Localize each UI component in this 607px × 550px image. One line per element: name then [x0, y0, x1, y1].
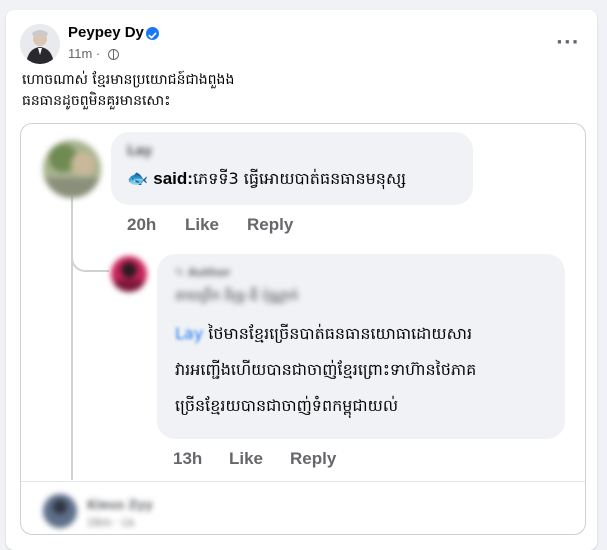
reply-text-line-2: វារអញ្ជើងហើយបានជាចាញ់ខ្មែរព្រោះទាហ៊ានថៃភ… [175, 360, 477, 379]
post-card: Peypey Dy 11m · ··· ហោចណាស់ ខ្មែរមានប្រយ… [6, 10, 597, 550]
reply-text: Lay ថៃមានខ្មែរច្រើនបាត់ធនធានយោធាដោយសារ វ… [175, 316, 559, 424]
more-options-icon[interactable]: ··· [556, 32, 580, 53]
comment-reply-button[interactable]: Reply [247, 215, 293, 235]
comment-author-name[interactable]: Lay [127, 144, 152, 159]
reply-reply-button[interactable]: Reply [290, 449, 336, 469]
reply-mention[interactable]: Lay [175, 324, 203, 343]
post-text-line-1: ហោចណាស់ ខ្មែរមានប្រយោជន៍ជាងពួងង [22, 72, 235, 88]
post-timestamp[interactable]: 11m · [68, 46, 100, 61]
reply-like-button[interactable]: Like [229, 449, 263, 469]
comment-prefix: said: [153, 169, 193, 188]
comment-time[interactable]: 20h [127, 215, 156, 235]
thread-connector [71, 244, 109, 272]
thread-line [71, 196, 73, 480]
reply-avatar[interactable] [111, 256, 147, 292]
author-badge: ✎ Author [175, 266, 230, 279]
fish-emoji-icon: 🐟 [127, 169, 149, 189]
globe-icon [108, 49, 119, 60]
reply-bubble: ✎ Author នាយព្រឹក ពិរុទ្ធ-ឌី ប៉ុណ្ណាក់ L… [157, 254, 565, 439]
post-body: ហោចណាស់ ខ្មែរមានប្រយោជន៍ជាងពួងង ធនធានដូច… [22, 70, 582, 112]
reply-author-name[interactable]: នាយព្រឹក ពិរុទ្ធ-ឌី ប៉ុណ្ណាក់ [175, 288, 298, 307]
comment-avatar[interactable] [43, 140, 101, 198]
post-author-avatar[interactable] [20, 24, 60, 64]
comment-body: ភេទទី3 ធ្វើអោយបាត់ធនធានមនុស្ស [192, 169, 406, 188]
embedded-comment-thread[interactable]: Lay 🐟 said:ភេទទី3 ធ្វើអោយបាត់ធនធានមនុស្ស… [20, 123, 586, 535]
pencil-icon: ✎ [175, 266, 185, 279]
reply-time[interactable]: 13h [173, 449, 202, 469]
reply-text-line-1: ថៃមានខ្មែរច្រើនបាត់ធនធានយោធាដោយសារ [208, 324, 473, 343]
comment-bubble: Lay 🐟 said:ភេទទី3 ធ្វើអោយបាត់ធនធានមនុស្ស [111, 132, 473, 205]
comment-3-time: 16m · Lk [87, 516, 135, 529]
comment-avatar-3[interactable] [43, 494, 77, 528]
post-text-line-2: ធនធានដូចពួមិនគួរមានសោះ [22, 93, 171, 109]
reply-text-line-3: ច្រើនខ្មែរយបានជាចាញ់ទំពកម្ពុជាយល់ [175, 396, 399, 415]
comment-text: 🐟 said:ភេទទី3 ធ្វើអោយបាត់ធនធានមនុស្ស [127, 168, 406, 192]
comment-3-author[interactable]: Kieus Zyy [87, 498, 153, 512]
comment-like-button[interactable]: Like [185, 215, 219, 235]
divider [21, 481, 585, 482]
author-badge-label: Author [188, 266, 231, 279]
verified-badge-icon [146, 27, 159, 40]
post-author-name[interactable]: Peypey Dy [68, 24, 144, 41]
